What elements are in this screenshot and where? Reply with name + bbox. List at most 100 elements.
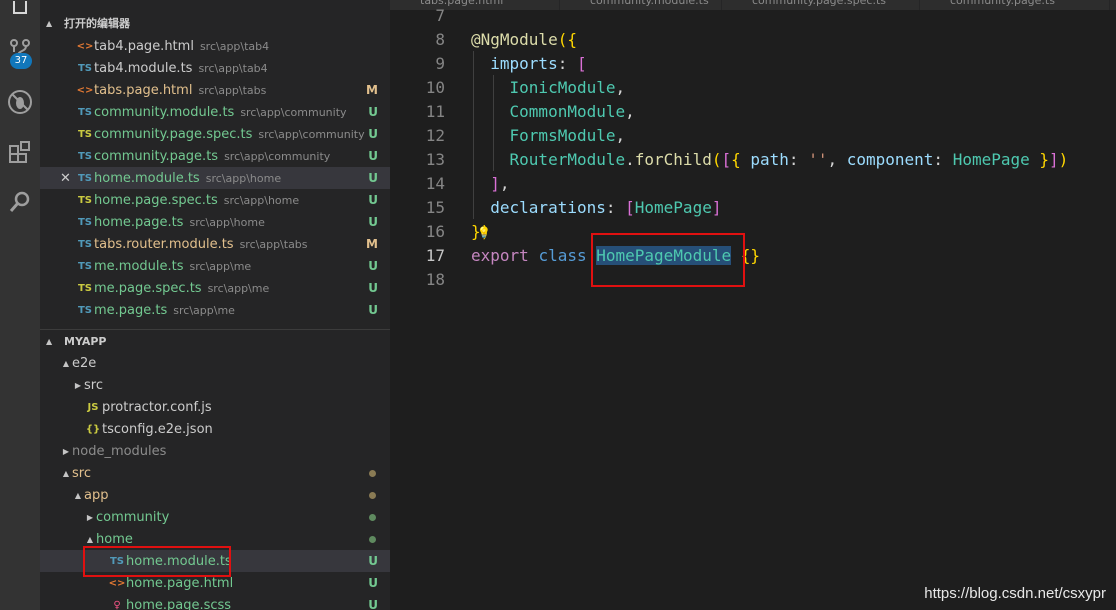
watermark: https://blog.csdn.net/csxypr — [924, 585, 1106, 602]
file-path: src\app\me — [173, 303, 235, 317]
tab-community-page-spec[interactable]: community.page.spec.ts — [722, 0, 920, 10]
open-editor-item[interactable]: <> tabs.page.html src\app\tabs M — [40, 79, 390, 101]
tree-item-label: protractor.conf.js — [102, 399, 212, 415]
line-number: 14 — [425, 174, 445, 193]
line-number: 9 — [435, 54, 445, 73]
tree-item[interactable]: ▲ e2e — [40, 352, 390, 374]
tree-item-label: e2e — [72, 355, 97, 371]
line-number: 7 — [435, 6, 445, 25]
git-status-badge: U — [368, 598, 378, 610]
file-type-icon: TS — [77, 216, 93, 228]
git-status-badge: M — [366, 83, 378, 97]
file-type-icon: TS — [77, 62, 93, 74]
file-path: src\app\home — [205, 171, 282, 185]
file-name: me.module.ts — [94, 258, 184, 274]
tree-item[interactable]: ▲ src — [40, 462, 390, 484]
file-name: tab4.page.html — [94, 38, 194, 54]
file-type-icon: <> — [108, 577, 126, 589]
file-type-icon: TS — [77, 282, 93, 294]
code-line: IonicModule, — [509, 78, 626, 97]
git-status-badge: U — [368, 127, 378, 141]
tree-item[interactable]: JS protractor.conf.js — [40, 396, 390, 418]
open-editor-item[interactable]: TS community.module.ts src\app\community U — [40, 101, 390, 123]
open-editor-item[interactable]: TS community.page.ts src\app\community U — [40, 145, 390, 167]
file-type-icon: TS — [77, 304, 93, 316]
git-status-badge: U — [368, 215, 378, 229]
file-type-icon: TS — [77, 194, 93, 206]
chevron-down-icon: ▲ — [86, 534, 94, 544]
open-editor-item[interactable]: TS community.page.spec.ts src\app\communit… — [40, 123, 390, 145]
git-status-badge: U — [368, 281, 378, 295]
open-editor-item[interactable]: TS me.page.spec.ts src\app\me U — [40, 277, 390, 299]
tree-item[interactable]: ▶ node_modules — [40, 440, 390, 462]
open-editor-item[interactable]: TS home.page.ts src\app\home U — [40, 211, 390, 233]
file-type-icon: TS — [77, 128, 93, 140]
tab-community-page[interactable]: community.page.ts — [920, 0, 1110, 10]
tree-item[interactable]: {} tsconfig.e2e.json — [40, 418, 390, 440]
file-name: community.page.ts — [94, 148, 219, 164]
chevron-right-icon: ▶ — [62, 446, 70, 456]
git-status-dot — [369, 491, 376, 499]
close-icon[interactable]: ✕ — [60, 171, 71, 186]
file-type-icon: TS — [77, 106, 93, 118]
file-type-icon: <> — [76, 40, 94, 52]
highlight-box-tree-file — [83, 546, 231, 577]
git-status-badge: U — [368, 105, 378, 119]
explorer-header[interactable]: ▲ MYAPP — [40, 330, 390, 352]
open-editor-item[interactable]: <> tab4.page.html src\app\tab4 — [40, 35, 390, 57]
git-status-dot — [369, 513, 376, 521]
line-number: 12 — [425, 126, 445, 145]
file-type-icon: TS — [77, 150, 93, 162]
file-path: src\app\tabs — [239, 237, 308, 251]
tree-item-label: src — [84, 377, 103, 393]
tree-item[interactable]: ♀ home.page.scss U — [40, 594, 390, 610]
explorer-icon[interactable] — [4, 0, 36, 16]
highlight-box-class-name — [591, 233, 745, 287]
extensions-icon[interactable] — [4, 136, 36, 168]
search-icon[interactable] — [4, 186, 36, 218]
open-editor-item[interactable]: TS me.module.ts src\app\me U — [40, 255, 390, 277]
tree-item-label: community — [96, 509, 170, 525]
git-status-badge: U — [368, 171, 378, 185]
git-status-badge: U — [368, 259, 378, 273]
open-editor-item[interactable]: TS tabs.router.module.ts src\app\tabs M — [40, 233, 390, 255]
debug-icon[interactable] — [4, 86, 36, 118]
lightbulb-icon[interactable]: 💡 — [477, 226, 491, 239]
git-status-badge: U — [368, 576, 378, 590]
open-editors-header[interactable]: ▲ 打开的编辑器 — [40, 12, 390, 34]
tree-item-label: node_modules — [72, 443, 167, 459]
tree-item-label: home.page.html — [126, 575, 234, 591]
tab-community-module[interactable]: community.module.ts — [560, 0, 722, 10]
open-editor-item[interactable]: TS home.page.spec.ts src\app\home U — [40, 189, 390, 211]
file-type-icon: <> — [76, 84, 94, 96]
line-number: 16 — [425, 222, 445, 241]
file-type-icon: ♀ — [113, 599, 121, 610]
code-line: declarations: [HomePage] — [490, 198, 722, 217]
git-status-badge: U — [368, 149, 378, 163]
file-name: me.page.ts — [94, 302, 168, 318]
line-number: 13 — [425, 150, 445, 169]
file-name: tab4.module.ts — [94, 60, 193, 76]
open-editor-item[interactable]: ✕ TS home.module.ts src\app\home U — [40, 167, 390, 189]
tree-item[interactable]: ▶ community — [40, 506, 390, 528]
line-number: 15 — [425, 198, 445, 217]
file-path: src\app\me — [207, 281, 270, 295]
git-status-badge: U — [368, 303, 378, 317]
file-path: src\app\tab4 — [199, 39, 270, 53]
file-type-icon: TS — [77, 238, 93, 250]
file-type-icon: JS — [87, 401, 99, 413]
git-status-badge: M — [366, 237, 378, 251]
file-path: src\app\home — [189, 215, 265, 229]
file-path: src\app\tabs — [198, 83, 267, 97]
file-name: home.page.spec.ts — [94, 192, 218, 208]
open-editor-item[interactable]: TS tab4.module.ts src\app\tab4 — [40, 57, 390, 79]
file-type-icon: TS — [77, 172, 93, 184]
file-type-icon: TS — [77, 260, 93, 272]
file-type-icon: {} — [85, 423, 101, 435]
code-line: FormsModule, — [509, 126, 626, 145]
tree-item[interactable]: ▶ src — [40, 374, 390, 396]
tree-item[interactable]: ▲ app — [40, 484, 390, 506]
code-editor[interactable]: 7 8 @NgModule({9 imports: [10 IonicModule,… — [390, 6, 1116, 610]
open-editor-item[interactable]: TS me.page.ts src\app\me U — [40, 299, 390, 321]
code-line: ], — [490, 174, 510, 193]
